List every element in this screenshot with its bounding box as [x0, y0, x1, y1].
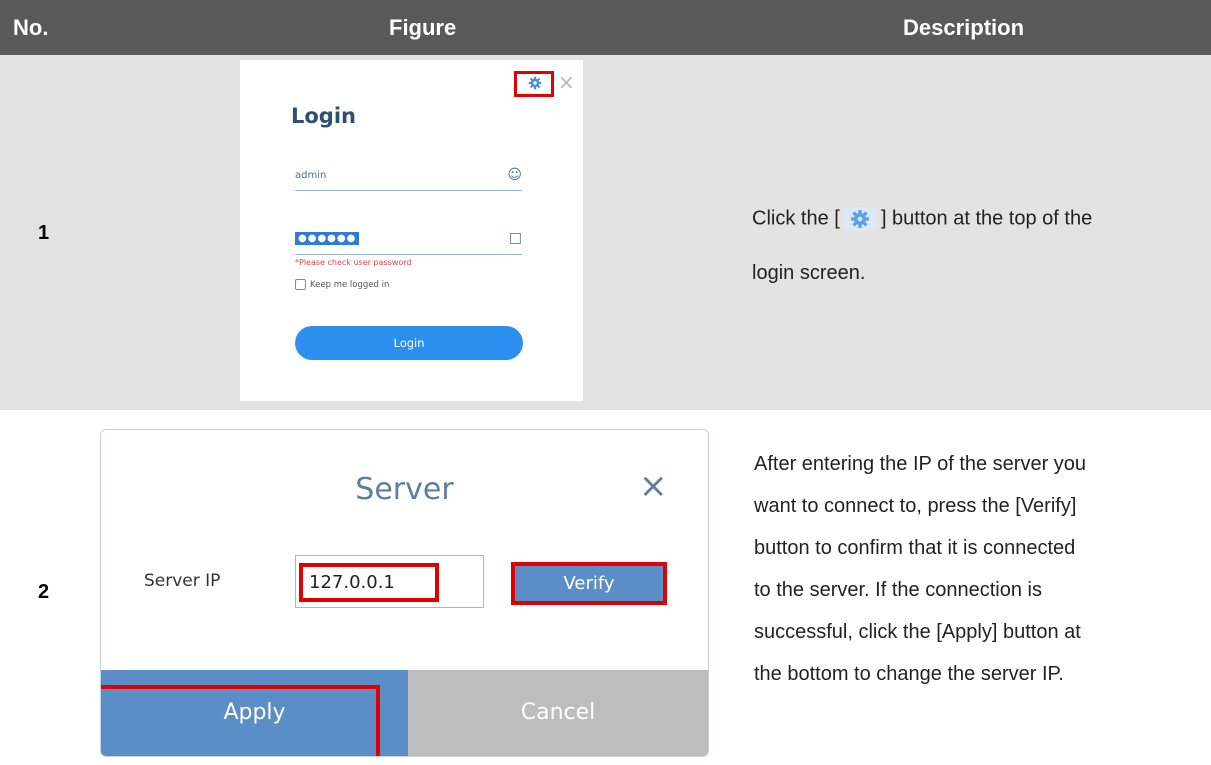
row2-description-line: successful, click the [Apply] button at: [754, 621, 1081, 643]
header-figure: Figure: [389, 15, 457, 40]
desc-text: ] button at the top of the: [880, 207, 1093, 230]
desc-text: Click the [: [752, 207, 840, 230]
row1-description-line2: login screen.: [752, 262, 866, 284]
close-icon[interactable]: ×: [639, 466, 668, 506]
close-icon[interactable]: ×: [558, 70, 575, 94]
row2-description-line: button to confirm that it is connected: [754, 537, 1076, 559]
row1-description-line1: Click the [ ] button at the top of the: [752, 206, 1092, 232]
keep-logged-in[interactable]: Keep me logged in: [295, 279, 389, 290]
verify-button[interactable]: Verify: [511, 562, 667, 605]
header-no: No.: [13, 15, 49, 40]
login-button[interactable]: Login: [295, 326, 523, 360]
login-figure: × Login admin ☺ ●●●●●● □ *Please check u…: [240, 60, 583, 401]
row-number: 1: [38, 222, 50, 244]
row2-description-line: After entering the IP of the server you: [754, 453, 1087, 475]
cancel-button[interactable]: Cancel: [408, 670, 708, 756]
user-icon: ☺: [507, 167, 522, 183]
username-value: admin: [295, 170, 327, 181]
password-error: *Please check user password: [295, 258, 412, 267]
table-row: [0, 55, 1211, 410]
server-ip-value[interactable]: 127.0.0.1: [299, 563, 439, 602]
gear-icon: [528, 76, 542, 90]
row2-description-line: to the server. If the connection is: [754, 579, 1042, 601]
table-header: No. Figure Description: [0, 0, 1211, 55]
username-field[interactable]: admin ☺: [295, 167, 522, 191]
server-dialog-figure: Server × Server IP 127.0.0.1 Verify Appl…: [100, 429, 709, 757]
row2-description-line: want to connect to, press the [Verify]: [754, 495, 1077, 517]
dialog-title: Server: [355, 472, 454, 507]
login-title: Login: [291, 104, 356, 128]
lock-icon: □: [508, 230, 522, 246]
keep-logged-in-label: Keep me logged in: [310, 280, 390, 290]
keep-logged-in-checkbox[interactable]: [295, 279, 306, 290]
password-mask: ●●●●●●: [295, 232, 360, 245]
header-description: Description: [903, 15, 1025, 40]
row-number: 2: [38, 581, 50, 603]
settings-button-highlight[interactable]: [514, 71, 554, 97]
password-field[interactable]: ●●●●●● □: [295, 230, 522, 255]
row2-description-line: the bottom to change the server IP.: [754, 663, 1064, 685]
apply-highlight: [101, 685, 380, 756]
server-ip-label: Server IP: [144, 571, 221, 591]
gear-icon: [845, 207, 876, 231]
